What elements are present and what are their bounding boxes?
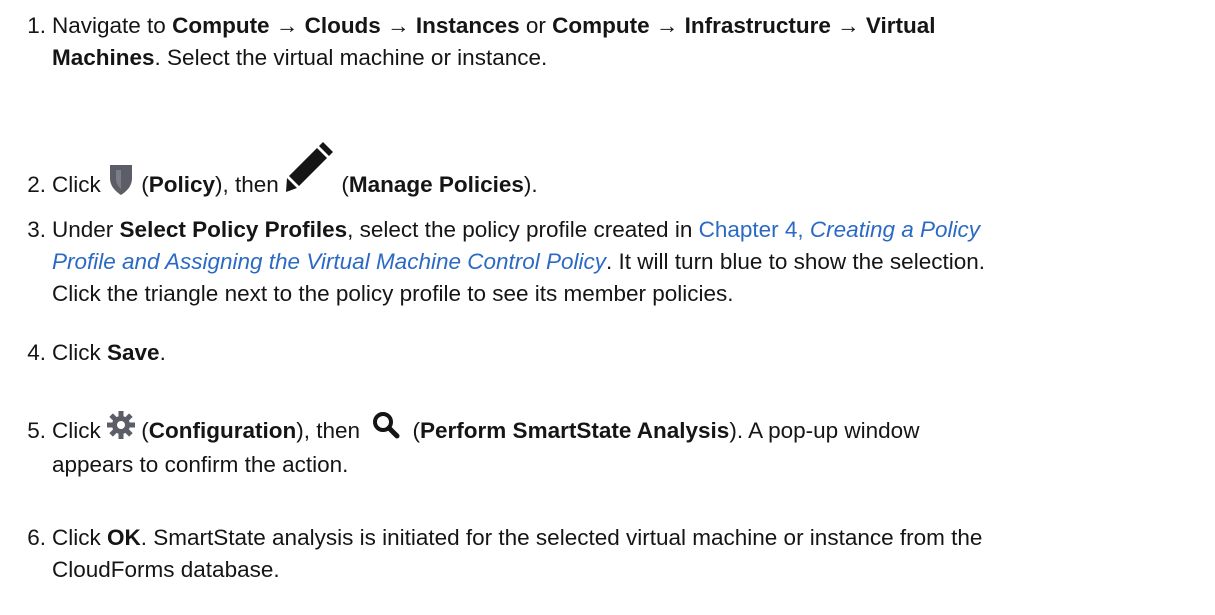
- menu-path: Machines: [52, 45, 155, 70]
- gear-icon: [107, 410, 135, 449]
- step-text: (: [335, 172, 349, 197]
- button-name: OK: [107, 525, 141, 550]
- step-text: Click: [52, 525, 107, 550]
- step-text: Click: [52, 418, 107, 443]
- step-number: 3.: [27, 217, 46, 242]
- search-icon: [372, 411, 400, 448]
- menu-path: Compute → Clouds → Instances: [172, 13, 520, 38]
- document: 1. Navigate to Compute → Clouds → Instanc…: [0, 0, 1215, 615]
- step-text: ), then: [215, 172, 286, 197]
- section-name: Select Policy Profiles: [119, 217, 348, 242]
- step-number: 2.: [27, 172, 46, 197]
- button-name: Perform SmartState Analysis: [420, 418, 730, 443]
- step-text: Click: [52, 172, 107, 197]
- step-text: , select the policy profile created in: [347, 217, 699, 242]
- step-text: Click: [52, 340, 107, 365]
- menu-path: Compute → Infrastructure → Virtual: [552, 13, 936, 38]
- step-3: 3. Under Select Policy Profiles, select t…: [10, 214, 1205, 310]
- step-5: 5. Click (Configuration), then (Perform S…: [10, 410, 1205, 481]
- step-text: or: [519, 13, 553, 38]
- step-number: 6.: [27, 525, 46, 550]
- step-text: ). A pop-up window: [729, 418, 920, 443]
- step-number: 1.: [27, 13, 46, 38]
- pencil-icon: [285, 140, 335, 203]
- step-text: (: [135, 172, 149, 197]
- step-text: ).: [523, 172, 538, 197]
- step-number: 5.: [27, 418, 46, 443]
- step-text: Under: [52, 217, 120, 242]
- step-6: 6. Click OK. SmartState analysis is initi…: [10, 522, 1205, 586]
- chapter-link-continued[interactable]: Profile and Assigning the Virtual Machin…: [52, 249, 606, 274]
- step-text: (: [135, 418, 149, 443]
- step-text: appears to confirm the action.: [52, 452, 349, 477]
- step-text: .: [159, 340, 166, 365]
- step-text: . It will turn blue to show the selectio…: [606, 249, 985, 274]
- button-name: Policy: [148, 172, 216, 197]
- step-text: ), then: [296, 418, 367, 443]
- step-2: 2. Click (Policy), then (Manage Policies)…: [10, 140, 1205, 205]
- button-name: Save: [107, 340, 160, 365]
- step-text: CloudForms database.: [52, 557, 280, 582]
- step-text: . SmartState analysis is initiated for t…: [140, 525, 983, 550]
- step-text: (: [406, 418, 421, 443]
- step-text: . Select the virtual machine or instance…: [154, 45, 548, 70]
- step-text: Navigate to: [52, 13, 173, 38]
- step-text: Click the triangle next to the policy pr…: [52, 281, 734, 306]
- button-name: Manage Policies: [348, 172, 524, 197]
- step-1: 1. Navigate to Compute → Clouds → Instanc…: [10, 10, 1205, 74]
- button-name: Configuration: [148, 418, 297, 443]
- step-4: 4. Click Save.: [10, 337, 1205, 369]
- step-number: 4.: [27, 340, 46, 365]
- shield-icon: [107, 164, 135, 205]
- chapter-link[interactable]: Chapter 4, Creating a Policy: [699, 217, 980, 242]
